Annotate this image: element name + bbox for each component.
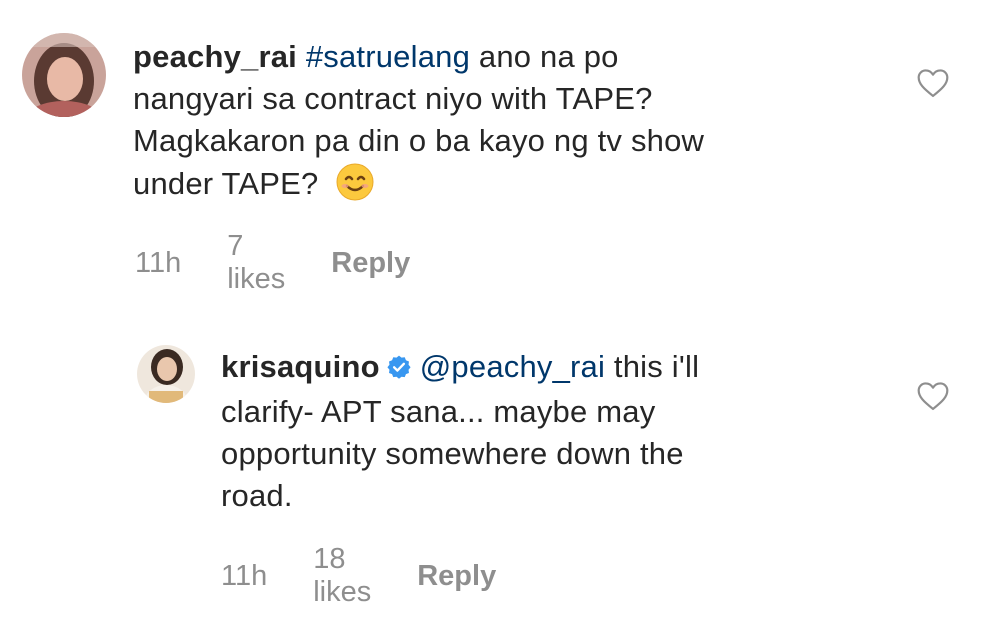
avatar[interactable] <box>137 345 195 403</box>
comment-username[interactable]: krisaquino <box>221 349 380 384</box>
comment-body: peachy_rai #satruelang ano na po nangyar… <box>133 36 893 213</box>
comment-meta: 11h 7 likes Reply <box>135 230 456 296</box>
reply-button[interactable]: Reply <box>331 247 410 280</box>
avatar[interactable] <box>22 33 106 117</box>
comment-text-line: ano na po <box>478 39 619 74</box>
reply-button[interactable]: Reply <box>417 560 496 593</box>
avatar-photo <box>22 33 106 117</box>
comment-time: 11h <box>135 246 182 279</box>
comment-mention[interactable]: @peachy_rai <box>420 349 605 384</box>
comment-body: krisaquino @peachy_rai this i'll clarify… <box>221 346 911 517</box>
comment-text-line: under TAPE? <box>133 166 319 201</box>
verified-badge-icon <box>386 349 412 391</box>
comment-likes[interactable]: 18 likes <box>313 543 371 609</box>
comment-hashtag[interactable]: #satruelang <box>306 39 470 74</box>
comment-likes[interactable]: 7 likes <box>227 230 285 296</box>
comment-text-line: this i'll <box>613 349 700 384</box>
comment-text-line: Magkakaron pa din o ba kayo ng tv show <box>133 123 705 158</box>
comment-text-line: clarify- APT sana... maybe may <box>221 394 656 429</box>
comment-text-line: opportunity somewhere down the <box>221 436 684 471</box>
smiling-face-emoji-icon <box>335 162 375 213</box>
comment-text-line: nangyari sa contract niyo with TAPE? <box>133 81 653 116</box>
avatar-photo <box>137 345 195 403</box>
heart-outline-icon[interactable] <box>916 381 950 411</box>
comment-username[interactable]: peachy_rai <box>133 39 297 74</box>
comment-meta: 11h 18 likes Reply <box>221 543 542 609</box>
comment-time: 11h <box>221 559 268 592</box>
heart-outline-icon[interactable] <box>916 68 950 98</box>
comment-text-line: road. <box>221 478 293 513</box>
